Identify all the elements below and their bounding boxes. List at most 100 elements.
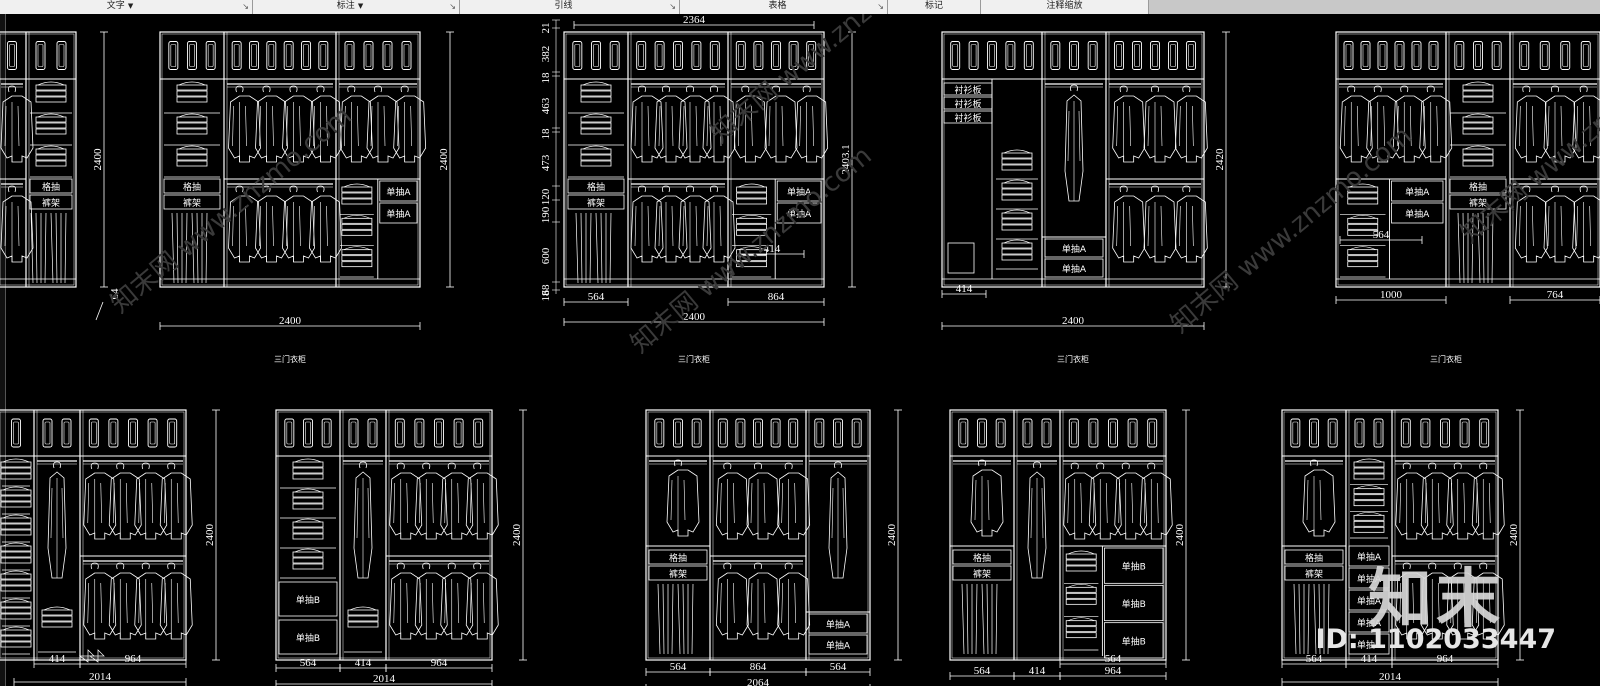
vent-slot <box>977 418 987 448</box>
cad-line <box>95 301 104 321</box>
vent-slot <box>56 41 67 70</box>
pants <box>677 583 694 655</box>
watermark-id: ID: 1102033447 <box>1315 624 1556 655</box>
vent-slot <box>1440 418 1450 448</box>
dimension-text: 单抽A <box>826 619 851 631</box>
chevron-down-icon[interactable]: ▼ <box>358 2 363 10</box>
vent-slot <box>1132 41 1142 70</box>
chevron-down-icon[interactable]: ▼ <box>128 2 133 10</box>
watermark-text: 知末网 www.znzmo.com <box>1455 31 1600 250</box>
folded-clothes <box>1065 583 1097 605</box>
long-garment <box>1064 84 1084 202</box>
cad-rect <box>951 411 1165 659</box>
vent-slot <box>108 418 119 448</box>
hanging-garment <box>1112 85 1146 163</box>
folded-clothes <box>1347 246 1379 268</box>
vent-slot <box>591 41 601 70</box>
hanging-garment <box>970 459 1004 537</box>
vent-slot <box>284 418 295 448</box>
vent-slot <box>7 41 17 70</box>
dimension-text: 裤架 <box>973 568 991 580</box>
vent-slot <box>735 418 746 448</box>
hanging-garment <box>1174 185 1208 263</box>
dimension-text: 格抽 <box>1305 552 1323 564</box>
vent-slot <box>1127 418 1138 448</box>
hanging-garment <box>678 185 712 263</box>
vent-slot <box>968 41 979 70</box>
dimension-text: 单抽A <box>1062 263 1087 275</box>
vent-slot <box>1539 41 1550 70</box>
vent-slot <box>1473 41 1483 70</box>
folded-clothes <box>1462 113 1494 135</box>
vent-slot <box>1560 41 1571 70</box>
vent-slot <box>673 418 683 448</box>
dimension-text: 463 <box>540 97 552 114</box>
dimension-text: 414 <box>355 657 372 669</box>
vent-slot <box>1023 41 1034 70</box>
hanging-garment <box>282 185 315 263</box>
cad-rect <box>275 409 493 661</box>
panel-expand-icon[interactable]: ↘ <box>242 0 249 13</box>
vent-slot <box>453 418 464 448</box>
ribbon-panel-text[interactable]: 文字 ▼ ↘ <box>0 0 253 14</box>
hanging-garment <box>630 85 664 163</box>
ribbon-panel-annotation-scaling[interactable]: 注释缩放 <box>981 0 1149 14</box>
vent-slot <box>1519 41 1530 70</box>
dimension-text: 衬衫板 <box>954 98 981 110</box>
vent-slot <box>654 418 665 448</box>
dimension-text: 2400 <box>438 148 450 171</box>
hanging-garment <box>0 85 34 163</box>
dimension-text: 三门衣柜 <box>1430 354 1462 364</box>
vent-slot <box>401 41 412 70</box>
hanging-garment <box>1419 85 1453 163</box>
hanging-garment <box>654 85 688 163</box>
hanging-garment <box>0 185 34 263</box>
ribbon-toolbar: 文字 ▼ ↘ 标注 ▼ ↘ 引线 ↘ 表格 ↘ 标记 注释缩放 <box>0 0 1600 14</box>
watermark-text: 知末网 www.znzmo.com <box>705 14 957 149</box>
dimension-text: 2014 <box>373 673 396 685</box>
ribbon-panel-markup[interactable]: 标记 <box>888 0 981 14</box>
dimension-text: 2064 <box>747 677 770 686</box>
folded-clothes <box>176 145 208 167</box>
panel-expand-icon[interactable]: ↘ <box>669 0 676 13</box>
pants <box>595 212 612 284</box>
dimension-text: 414 <box>1029 665 1046 677</box>
long-garment <box>828 461 848 579</box>
folded-clothes <box>0 514 32 536</box>
vent-slot <box>1373 418 1384 448</box>
dimension-text: 裤架 <box>1305 568 1323 580</box>
dimension-text: 21 <box>540 23 552 34</box>
folded-clothes <box>292 548 324 570</box>
ribbon-panel-leader[interactable]: 引线 ↘ <box>460 0 680 14</box>
folded-clothes <box>0 570 32 592</box>
dimension-text: 单抽A <box>826 640 851 652</box>
folded-clothes <box>580 81 612 103</box>
folded-clothes <box>0 458 32 480</box>
dimension-text: 单抽B <box>1122 598 1146 610</box>
ribbon-panel-table[interactable]: 表格 ↘ <box>680 0 888 14</box>
folded-clothes <box>736 183 767 205</box>
dimension-text: 964 <box>125 653 142 665</box>
folded-clothes <box>1001 209 1033 231</box>
vent-slot <box>1005 41 1016 70</box>
dimension-text: 衬衫板 <box>954 84 981 96</box>
dimension-text: 18 <box>540 290 552 302</box>
vent-slot <box>205 41 216 70</box>
ribbon-panel-dimension-label: 标注 <box>336 1 355 11</box>
hanging-garment <box>1302 459 1336 537</box>
vent-slot <box>231 41 242 70</box>
cad-drawing-canvas[interactable]: 格抽裤架240064格抽裤架单抽A单抽A24002400三门衣柜格抽裤架单抽A单… <box>0 14 1600 686</box>
long-garment <box>47 461 67 579</box>
vent-slot <box>394 418 405 448</box>
ribbon-panel-dimension[interactable]: 标注 ▼ ↘ <box>253 0 460 14</box>
wardrobe-bottom-2: 单抽B 单抽B 2400 564 414 964 2014 <box>275 409 527 686</box>
panel-expand-icon[interactable]: ↘ <box>877 0 884 13</box>
vent-slot <box>1150 41 1160 70</box>
vent-slot <box>1411 41 1422 70</box>
panel-expand-icon[interactable]: ↘ <box>449 0 456 13</box>
vent-slot <box>1168 41 1178 70</box>
folded-clothes <box>0 626 32 648</box>
dimension-text: 564 <box>1373 229 1390 241</box>
dimension-text: 2400 <box>204 524 216 547</box>
dimension-text: 564 <box>974 665 991 677</box>
